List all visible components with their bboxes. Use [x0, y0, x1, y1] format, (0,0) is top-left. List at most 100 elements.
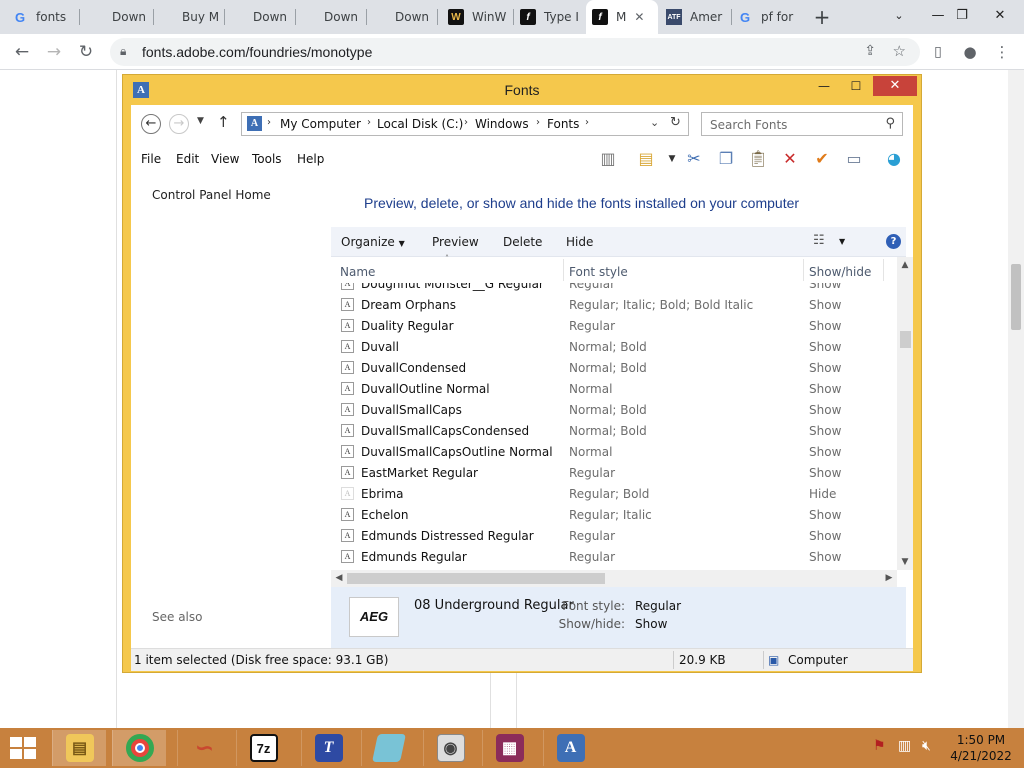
- maximize-window-icon[interactable]: ☐: [841, 76, 871, 96]
- explorer-address-bar[interactable]: A › My Computer › Local Disk (C:) › Wind…: [241, 112, 689, 136]
- copy-icon[interactable]: ❐: [715, 148, 737, 170]
- menu-tools[interactable]: Tools: [252, 152, 282, 166]
- breadcrumb-chevron-icon[interactable]: ›: [536, 117, 540, 128]
- font-row[interactable]: A DuvallOutline Normal Normal Show: [331, 378, 893, 399]
- font-row[interactable]: A Doughnut Monster__G Regular Regular Show: [331, 283, 893, 294]
- list-horizontal-scrollbar[interactable]: ◀ ▶: [331, 570, 897, 587]
- refresh-icon[interactable]: ↻: [670, 115, 681, 130]
- organize-button[interactable]: Organize ▼: [341, 235, 405, 249]
- view-dropdown-icon[interactable]: ▼: [661, 148, 683, 170]
- view-options-icon[interactable]: ☷: [813, 233, 825, 248]
- profile-avatar-icon[interactable]: ●: [956, 38, 984, 66]
- chrome-menu-icon[interactable]: ⋮: [988, 38, 1016, 66]
- view-options-dropdown-icon[interactable]: ▼: [839, 237, 845, 246]
- breadcrumb-my-computer[interactable]: My Computer: [280, 117, 361, 131]
- windows-start-icon[interactable]: [10, 737, 38, 759]
- control-panel-home-link[interactable]: Control Panel Home: [152, 188, 271, 202]
- flag-notification-icon[interactable]: ⚑: [873, 738, 886, 754]
- breadcrumb-local-disk[interactable]: Local Disk (C:): [377, 117, 463, 131]
- horizontal-scroll-thumb[interactable]: [347, 573, 605, 584]
- font-row[interactable]: A Edmunds Regular Regular Show: [331, 546, 893, 567]
- properties-check-icon[interactable]: ✔: [811, 148, 833, 170]
- breadcrumb-fonts[interactable]: Fonts: [547, 117, 579, 131]
- font-row[interactable]: A DuvallCondensed Normal; Bold Show: [331, 357, 893, 378]
- font-row[interactable]: A Duvall Normal; Bold Show: [331, 336, 893, 357]
- tab-american[interactable]: ATF Amer: [660, 0, 732, 34]
- vertical-scroll-thumb[interactable]: [900, 331, 911, 348]
- taskbar-disk-tool[interactable]: ◉: [423, 730, 477, 766]
- tab-down-3[interactable]: Down: [294, 0, 364, 34]
- help-icon[interactable]: ?: [886, 234, 901, 249]
- taskbar-7zip[interactable]: 7z: [236, 730, 290, 766]
- bookmark-star-icon[interactable]: ☆: [893, 42, 906, 60]
- menu-file[interactable]: File: [141, 152, 161, 166]
- taskbar-typography[interactable]: T: [301, 730, 355, 766]
- breadcrumb-chevron-icon[interactable]: ›: [267, 117, 271, 128]
- taskbar-notepad[interactable]: [361, 730, 415, 766]
- rename-icon[interactable]: ▭: [843, 148, 865, 170]
- column-name[interactable]: Name: [340, 265, 375, 279]
- page-scrollbar[interactable]: [1008, 70, 1024, 728]
- network-icon[interactable]: ▥: [898, 738, 911, 754]
- folder-options-icon[interactable]: ▤: [635, 148, 657, 170]
- close-tab-icon[interactable]: ✕: [634, 10, 644, 24]
- recent-locations-chevron-icon[interactable]: ▼: [197, 116, 204, 126]
- taskbar-app-swirl[interactable]: ∽: [177, 730, 231, 766]
- breadcrumb-windows[interactable]: Windows: [475, 117, 529, 131]
- minimize-window-icon[interactable]: —: [809, 76, 839, 96]
- font-row[interactable]: A Ebrima Regular; Bold Hide: [331, 483, 893, 504]
- scroll-up-icon[interactable]: ▲: [897, 257, 913, 273]
- tab-down-1[interactable]: Down: [82, 0, 152, 34]
- font-row[interactable]: A Duality Regular Regular Show: [331, 315, 893, 336]
- up-arrow-icon[interactable]: ↑: [217, 113, 230, 131]
- tab-pf-fonts[interactable]: G pf for: [731, 0, 801, 34]
- tab-search-chevron-icon[interactable]: ⌄: [879, 0, 919, 34]
- side-panel-icon[interactable]: ▯: [924, 38, 952, 66]
- new-tab-button[interactable]: +: [810, 5, 834, 29]
- address-dropdown-icon[interactable]: ⌄: [650, 116, 659, 129]
- tab-type[interactable]: f Type I: [514, 0, 586, 34]
- font-row[interactable]: A DuvallSmallCapsOutline Normal Normal Show: [331, 441, 893, 462]
- back-arrow-icon[interactable]: ←: [8, 38, 36, 66]
- font-row[interactable]: A Edmunds Distressed Regular Regular Show: [331, 525, 893, 546]
- page-scrollbar-thumb[interactable]: [1011, 264, 1021, 330]
- search-icon[interactable]: ⚲: [885, 116, 895, 131]
- tab-buy[interactable]: Buy M: [152, 0, 222, 34]
- taskbar-winrar[interactable]: ▦: [482, 730, 536, 766]
- font-row[interactable]: A DuvallSmallCaps Normal; Bold Show: [331, 399, 893, 420]
- preview-button[interactable]: Preview: [432, 235, 479, 249]
- cut-icon[interactable]: ✂: [683, 148, 705, 170]
- hide-button[interactable]: Hide: [566, 235, 593, 249]
- font-row[interactable]: A Dream Orphans Regular; Italic; Bold; Bol…: [331, 294, 893, 315]
- taskbar-fonts[interactable]: A: [543, 730, 597, 766]
- close-browser-icon[interactable]: ✕: [980, 0, 1020, 34]
- tab-down-2[interactable]: Down: [223, 0, 293, 34]
- breadcrumb-chevron-icon[interactable]: ›: [464, 117, 468, 128]
- forward-icon[interactable]: →: [169, 114, 189, 134]
- font-row[interactable]: A DuvallSmallCapsCondensed Normal; Bold Sho…: [331, 420, 893, 441]
- menu-edit[interactable]: Edit: [176, 152, 199, 166]
- system-clock[interactable]: 1:50 PM 4/21/2022: [950, 732, 1012, 764]
- menu-view[interactable]: View: [211, 152, 239, 166]
- share-icon[interactable]: ⇪: [864, 43, 876, 59]
- close-window-button[interactable]: ✕: [873, 76, 917, 96]
- font-row[interactable]: A EastMarket Regular Regular Show: [331, 462, 893, 483]
- restore-browser-icon[interactable]: ❐: [942, 0, 982, 34]
- list-vertical-scrollbar[interactable]: ▲ ▼: [897, 257, 913, 570]
- volume-muted-icon[interactable]: 🔇︎: [922, 738, 931, 754]
- tab-winworld[interactable]: W WinW: [442, 0, 512, 34]
- tab-fonts[interactable]: G fonts: [6, 0, 76, 34]
- column-font-style[interactable]: Font style: [569, 265, 628, 279]
- menu-help[interactable]: Help: [297, 152, 324, 166]
- search-fonts-input[interactable]: Search Fonts ⚲: [701, 112, 903, 136]
- tab-monotype-active[interactable]: f M ✕: [586, 0, 658, 34]
- globe-icon[interactable]: ◕: [883, 148, 905, 170]
- breadcrumb-chevron-icon[interactable]: ›: [585, 117, 589, 128]
- taskbar-chrome[interactable]: [112, 730, 166, 766]
- taskbar-file-explorer[interactable]: ▤: [52, 730, 106, 766]
- delete-button[interactable]: Delete: [503, 235, 542, 249]
- reload-icon[interactable]: ↻: [72, 38, 100, 66]
- forward-arrow-icon[interactable]: →: [40, 38, 68, 66]
- address-bar[interactable]: 🔒︎ fonts.adobe.com/foundries/monotype ⇪ …: [110, 38, 920, 66]
- tab-down-4[interactable]: Down: [365, 0, 435, 34]
